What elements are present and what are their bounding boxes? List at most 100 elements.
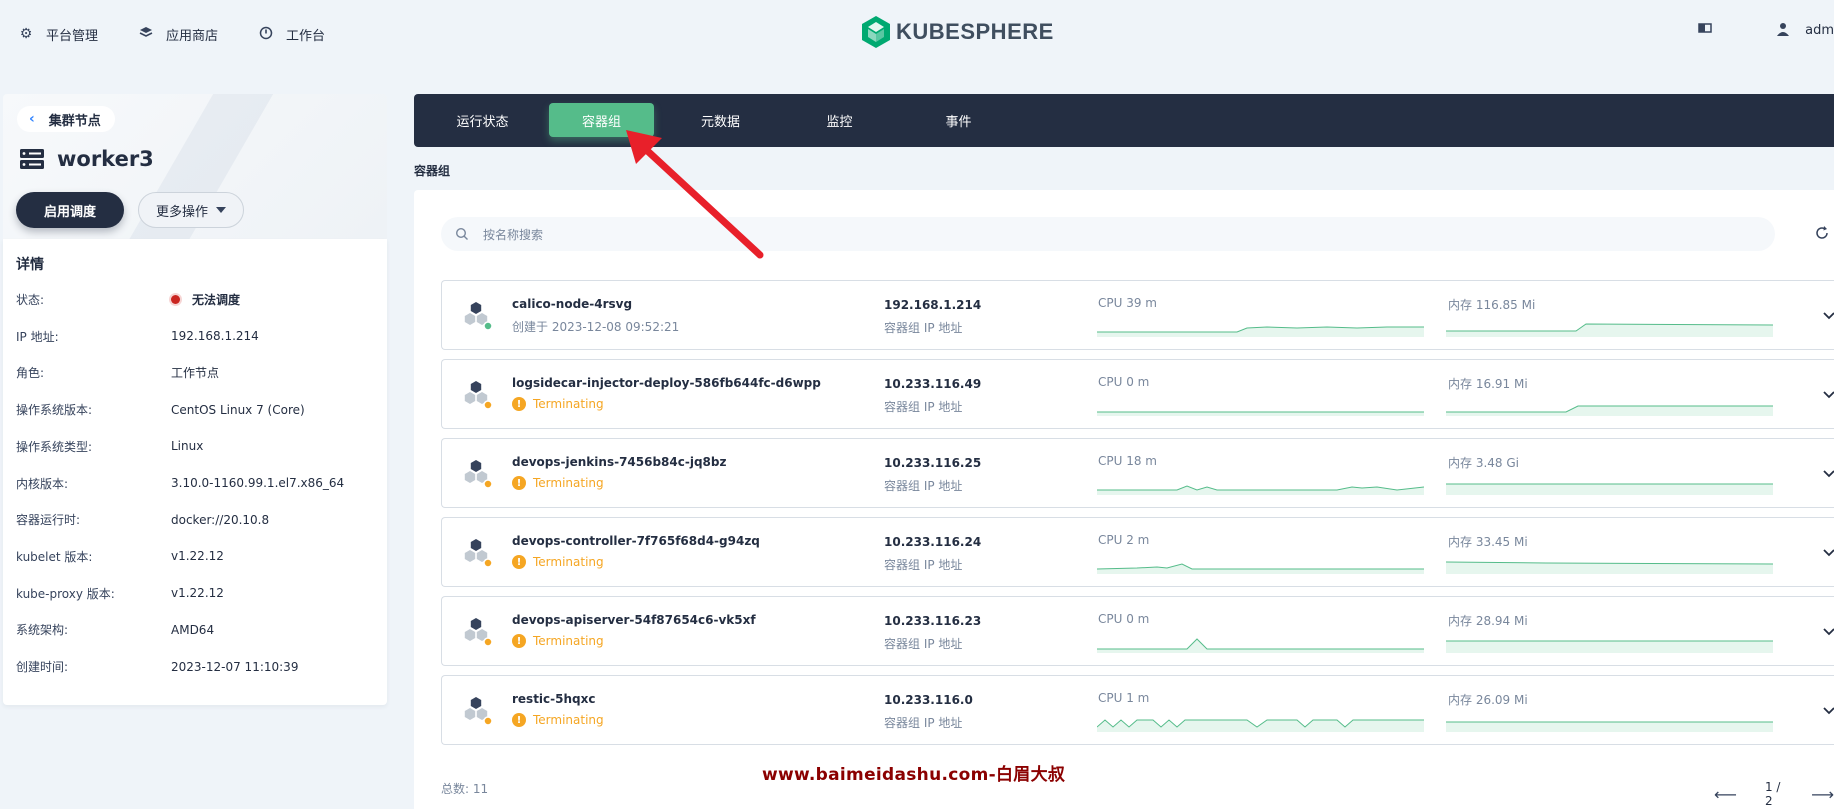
chevron-down-icon[interactable] bbox=[1822, 546, 1834, 560]
pod-status-text: Terminating bbox=[533, 713, 604, 727]
detail-value: 无法调度 bbox=[171, 291, 240, 308]
pod-memory-usage: 内存 116.85 Mi bbox=[1448, 298, 1536, 312]
pod-hexagon-icon bbox=[464, 381, 493, 410]
pod-name[interactable]: devops-jenkins-7456b84c-jq8bz bbox=[512, 455, 726, 469]
status-error-icon bbox=[171, 295, 180, 304]
pod-row[interactable]: devops-jenkins-7456b84c-jq8bz ! Terminatin… bbox=[441, 438, 1834, 508]
pod-memory-usage: 内存 28.94 Mi bbox=[1448, 614, 1528, 628]
pod-row[interactable]: devops-controller-7f765f68d4-g94zq! Termi… bbox=[441, 517, 1834, 587]
pod-hexagon-icon bbox=[464, 539, 493, 568]
detail-row: kubelet 版本: v1.22.12 bbox=[16, 548, 376, 565]
pod-hexagon-icon bbox=[464, 697, 493, 726]
nav-app-store[interactable]: 应用商店 bbox=[138, 25, 218, 44]
user-icon bbox=[1775, 22, 1791, 38]
tab-runtime-status[interactable]: 运行状态 bbox=[430, 103, 535, 137]
chevron-down-icon[interactable] bbox=[1822, 704, 1834, 718]
detail-value: 3.10.0-1160.99.1.el7.x86_64 bbox=[171, 476, 345, 490]
memory-sparkline bbox=[1446, 721, 1773, 732]
pod-status: ! Terminating bbox=[512, 634, 604, 648]
pod-cpu-usage: CPU 18 m bbox=[1098, 454, 1157, 468]
pagination: ⟵ 1 / 2 ⟶ bbox=[1714, 780, 1834, 808]
pod-status: ! Terminating bbox=[512, 476, 604, 490]
layers-icon bbox=[138, 26, 154, 42]
detail-value: v1.22.12 bbox=[171, 549, 224, 564]
tab-events[interactable]: 事件 bbox=[906, 103, 1011, 137]
pod-row[interactable]: restic-5hqxc! Terminating 10.233.116.0 容器组 … bbox=[441, 675, 1834, 745]
cpu-sparkline bbox=[1097, 563, 1424, 574]
total-count: 总数: 11 bbox=[441, 782, 489, 796]
chevron-down-icon[interactable] bbox=[1822, 625, 1834, 639]
detail-key: IP 地址: bbox=[16, 329, 59, 344]
refresh-icon[interactable] bbox=[1814, 225, 1830, 241]
search-input[interactable]: 按名称搜索 bbox=[441, 217, 1775, 251]
search-placeholder: 按名称搜索 bbox=[483, 227, 544, 242]
pod-memory-usage: 内存 26.09 Mi bbox=[1448, 693, 1528, 707]
pod-ip: 192.168.1.214 bbox=[884, 298, 982, 312]
prev-page-icon[interactable]: ⟵ bbox=[1714, 785, 1737, 804]
pod-name[interactable]: calico-node-4rsvg bbox=[512, 297, 632, 311]
detail-value: AMD64 bbox=[171, 622, 215, 637]
pod-status: ! Terminating bbox=[512, 555, 604, 569]
detail-row: kube-proxy 版本: v1.22.12 bbox=[16, 585, 376, 602]
detail-key: 角色: bbox=[16, 366, 45, 381]
kubesphere-logo[interactable]: KUBESPHERE bbox=[862, 16, 1054, 48]
warning-icon: ! bbox=[512, 634, 526, 648]
top-right-tools: adm bbox=[1697, 22, 1834, 38]
tab-monitoring[interactable]: 监控 bbox=[787, 103, 892, 137]
nav-label: 平台管理 bbox=[46, 28, 99, 44]
detail-row: 容器运行时: docker://20.10.8 bbox=[16, 511, 376, 528]
nav-label: 工作台 bbox=[286, 28, 326, 44]
pod-hexagon-icon bbox=[464, 460, 493, 489]
detail-key: kubelet 版本: bbox=[16, 549, 93, 564]
back-to-cluster-nodes[interactable]: ‹ 集群节点 bbox=[17, 106, 115, 132]
pod-name[interactable]: devops-apiserver-54f87654c6-vk5xf bbox=[512, 613, 756, 627]
pod-status-text: Terminating bbox=[533, 634, 604, 648]
warning-icon: ! bbox=[512, 555, 526, 569]
pod-name[interactable]: logsidecar-injector-deploy-586fb644fc-d6… bbox=[512, 376, 821, 390]
pod-status-text: Terminating bbox=[533, 555, 604, 569]
pod-name[interactable]: devops-controller-7f765f68d4-g94zq bbox=[512, 534, 760, 548]
nav-platform-management[interactable]: ⚙ 平台管理 bbox=[18, 25, 98, 44]
workbench-icon bbox=[258, 26, 274, 42]
detail-key: 状态: bbox=[16, 293, 45, 307]
warning-icon: ! bbox=[512, 713, 526, 727]
detail-value: 192.168.1.214 bbox=[171, 329, 259, 344]
pod-memory-usage: 内存 3.48 Gi bbox=[1448, 456, 1519, 470]
tab-pods[interactable]: 容器组 bbox=[549, 103, 654, 137]
detail-tabs: 运行状态 容器组 元数据 监控 事件 bbox=[414, 94, 1834, 147]
chevron-left-icon: ‹ bbox=[29, 111, 35, 127]
pod-ip: 10.233.116.0 bbox=[884, 693, 973, 707]
detail-row: 内核版本: 3.10.0-1160.99.1.el7.x86_64 bbox=[16, 475, 376, 492]
next-page-icon[interactable]: ⟶ bbox=[1811, 785, 1834, 804]
details-title: 详情 bbox=[16, 257, 44, 273]
user-name: adm bbox=[1805, 22, 1834, 38]
memory-sparkline bbox=[1446, 640, 1773, 653]
caret-down-icon bbox=[216, 207, 226, 213]
pod-row[interactable]: logsidecar-injector-deploy-586fb644fc-d6… bbox=[441, 359, 1834, 429]
warning-icon: ! bbox=[512, 397, 526, 411]
toolbox-icon[interactable] bbox=[1697, 22, 1713, 38]
user-menu[interactable]: adm bbox=[1775, 22, 1834, 38]
pod-hexagon-icon bbox=[464, 302, 493, 331]
more-actions-button[interactable]: 更多操作 bbox=[138, 192, 244, 228]
enable-scheduling-button[interactable]: 启用调度 bbox=[16, 192, 124, 228]
page-indicator: 1 / 2 bbox=[1764, 780, 1781, 808]
nav-workbench[interactable]: 工作台 bbox=[258, 25, 325, 44]
node-details-card: 详情 状态: 无法调度 IP 地址: 192.168.1.214 角色: 工作节点 操作系统… bbox=[3, 239, 387, 705]
cpu-sparkline bbox=[1097, 638, 1424, 653]
chevron-down-icon[interactable] bbox=[1822, 467, 1834, 481]
pods-card: 按名称搜索 calico-node-4rsvg 创建于 2023-12-08 09… bbox=[414, 190, 1834, 809]
section-title: 容器组 bbox=[414, 164, 451, 178]
chevron-down-icon[interactable] bbox=[1822, 309, 1834, 323]
pod-ip-label: 容器组 IP 地址 bbox=[884, 558, 963, 572]
pod-cpu-usage: CPU 0 m bbox=[1098, 612, 1150, 626]
tab-metadata[interactable]: 元数据 bbox=[668, 103, 773, 137]
pod-row[interactable]: devops-apiserver-54f87654c6-vk5xf! Termin… bbox=[441, 596, 1834, 666]
detail-row: 系统架构: AMD64 bbox=[16, 621, 376, 638]
pod-name[interactable]: restic-5hqxc bbox=[512, 692, 595, 706]
pod-row[interactable]: calico-node-4rsvg 创建于 2023-12-08 09:52:21… bbox=[441, 280, 1834, 350]
pod-status: ! Terminating bbox=[512, 397, 604, 411]
pod-cpu-usage: CPU 1 m bbox=[1098, 691, 1150, 705]
pod-ip: 10.233.116.25 bbox=[884, 456, 982, 470]
chevron-down-icon[interactable] bbox=[1822, 388, 1834, 402]
